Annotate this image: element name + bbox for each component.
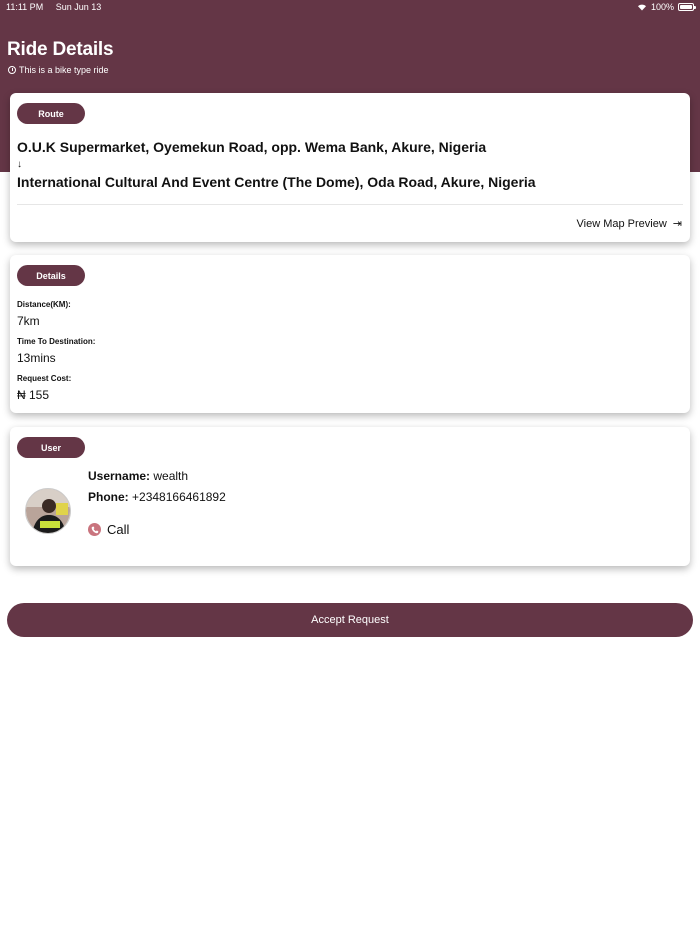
phone-value: +2348166461892	[132, 490, 226, 504]
username-row: Username: wealth	[88, 469, 188, 483]
details-pill: Details	[17, 265, 85, 286]
battery-icon	[678, 3, 696, 11]
battery-percentage: 100%	[650, 2, 674, 12]
clock-icon	[8, 66, 16, 74]
wifi-icon	[637, 3, 647, 11]
call-label: Call	[107, 522, 130, 537]
accept-request-button[interactable]: Accept Request	[7, 603, 693, 637]
page-title: Ride Details	[7, 39, 114, 60]
phone-label: Phone:	[88, 490, 129, 504]
destination-address: International Cultural And Event Centre …	[17, 174, 536, 190]
arrow-to-right-icon: ⇥	[672, 218, 682, 230]
route-pill: Route	[17, 103, 85, 124]
pickup-address: O.U.K Supermarket, Oyemekun Road, opp. W…	[17, 139, 487, 155]
divider	[17, 204, 683, 205]
phone-row: Phone: +2348166461892	[88, 490, 226, 504]
distance-label: Distance(KM):	[17, 300, 71, 309]
ride-type-text: This is a bike type ride	[19, 65, 109, 75]
call-button[interactable]: Call	[88, 522, 129, 537]
status-time: 11:11 PM	[6, 2, 44, 12]
user-card: User Username: wealth Phone: +2348166461…	[10, 427, 690, 566]
status-right: 100%	[637, 2, 696, 12]
cost-value: ₦ 155	[17, 388, 50, 402]
status-bar: 11:11 PM Sun Jun 13 100%	[0, 0, 700, 14]
view-map-preview-link[interactable]: View Map Preview ⇥	[576, 217, 683, 231]
time-label: Time To Destination:	[17, 337, 96, 346]
distance-value: 7km	[17, 314, 40, 328]
username-label: Username:	[88, 469, 151, 483]
phone-icon	[88, 523, 101, 536]
time-value: 13mins	[17, 351, 56, 365]
status-date: Sun Jun 13	[55, 2, 102, 12]
user-pill: User	[17, 437, 85, 458]
details-card: Details Distance(KM): 7km Time To Destin…	[10, 255, 690, 413]
ride-type-note: This is a bike type ride	[8, 65, 109, 75]
username-value: wealth	[153, 469, 189, 483]
avatar	[25, 488, 71, 534]
route-card: Route O.U.K Supermarket, Oyemekun Road, …	[10, 93, 690, 242]
view-map-preview-label: View Map Preview	[576, 217, 667, 230]
arrow-down-icon: ↓	[17, 159, 22, 170]
status-left: 11:11 PM Sun Jun 13	[6, 2, 101, 12]
cost-label: Request Cost:	[17, 374, 72, 383]
